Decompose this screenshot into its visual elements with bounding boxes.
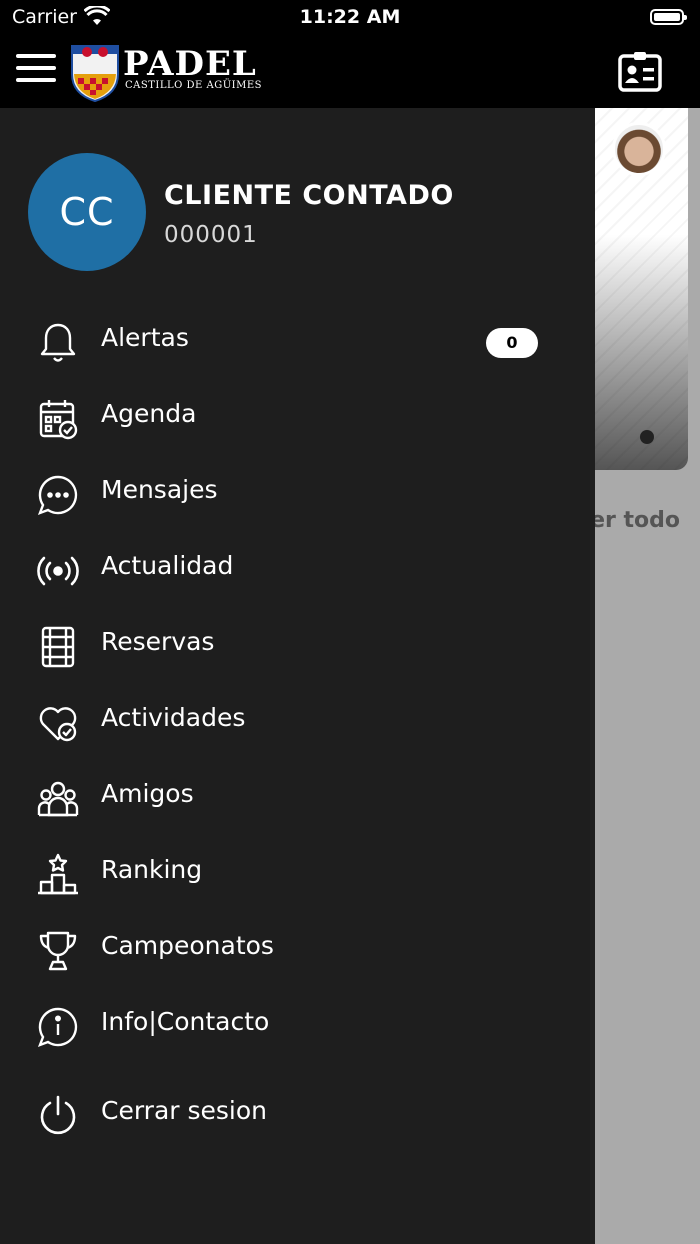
court-icon: [36, 625, 80, 669]
status-bar: Carrier 11:22 AM: [0, 0, 700, 36]
heart-check-icon: [36, 701, 80, 745]
menu-item-actualidad[interactable]: Actualidad: [0, 537, 595, 601]
menu-label: Amigos: [101, 779, 194, 808]
menu-label: Campeonatos: [101, 931, 274, 960]
menu-label: Info|Contacto: [101, 1007, 270, 1036]
menu-label: Alertas: [101, 323, 189, 352]
power-icon: [36, 1094, 80, 1138]
battery-icon: [650, 9, 687, 25]
clock: 11:22 AM: [299, 6, 401, 28]
menu-label: Actividades: [101, 703, 246, 732]
player-avatar: [612, 122, 666, 176]
logo-title: PADEL: [123, 44, 257, 84]
calendar-check-icon: [36, 397, 80, 441]
group-icon: [36, 777, 80, 821]
user-avatar[interactable]: CC: [28, 153, 146, 271]
member-card-icon[interactable]: [616, 48, 664, 96]
menu-item-agenda[interactable]: Agenda: [0, 385, 595, 449]
menu-item-amigos[interactable]: Amigos: [0, 765, 595, 829]
user-id: 000001: [164, 222, 258, 248]
menu-item-alertas[interactable]: Alertas 0: [0, 309, 595, 373]
alert-count-badge: 0: [486, 328, 538, 358]
bell-icon: [36, 321, 80, 365]
menu-item-actividades[interactable]: Actividades: [0, 689, 595, 753]
menu-label: Mensajes: [101, 475, 218, 504]
trophy-icon: [36, 929, 80, 973]
chat-bubble-icon: [36, 473, 80, 517]
user-name: CLIENTE CONTADO: [164, 180, 454, 211]
menu-label: Actualidad: [101, 551, 234, 580]
app-header: PADEL CASTILLO DE AGÜIMES: [0, 36, 700, 108]
avatar-initials: CC: [59, 190, 115, 234]
menu-item-cerrar-sesion[interactable]: Cerrar sesion: [0, 1082, 595, 1146]
menu-icon[interactable]: [16, 52, 56, 84]
podium-icon: [36, 853, 80, 897]
menu-label: Reservas: [101, 627, 215, 656]
side-drawer: CC CLIENTE CONTADO 000001 Alertas 0 Agen…: [0, 108, 595, 1244]
menu-item-ranking[interactable]: Ranking: [0, 841, 595, 905]
menu-item-mensajes[interactable]: Mensajes: [0, 461, 595, 525]
menu-label: Ranking: [101, 855, 203, 884]
broadcast-icon: [36, 549, 80, 593]
menu-item-campeonatos[interactable]: Campeonatos: [0, 917, 595, 981]
info-chat-icon: [36, 1005, 80, 1049]
ball-image: [640, 430, 654, 444]
menu-label: Cerrar sesion: [101, 1096, 268, 1125]
logo-subtitle: CASTILLO DE AGÜIMES: [125, 80, 262, 91]
logo-shield-icon: [70, 44, 120, 102]
menu-label: Agenda: [101, 399, 197, 428]
menu-item-reservas[interactable]: Reservas: [0, 613, 595, 677]
menu-item-info-contacto[interactable]: Info|Contacto: [0, 993, 595, 1057]
